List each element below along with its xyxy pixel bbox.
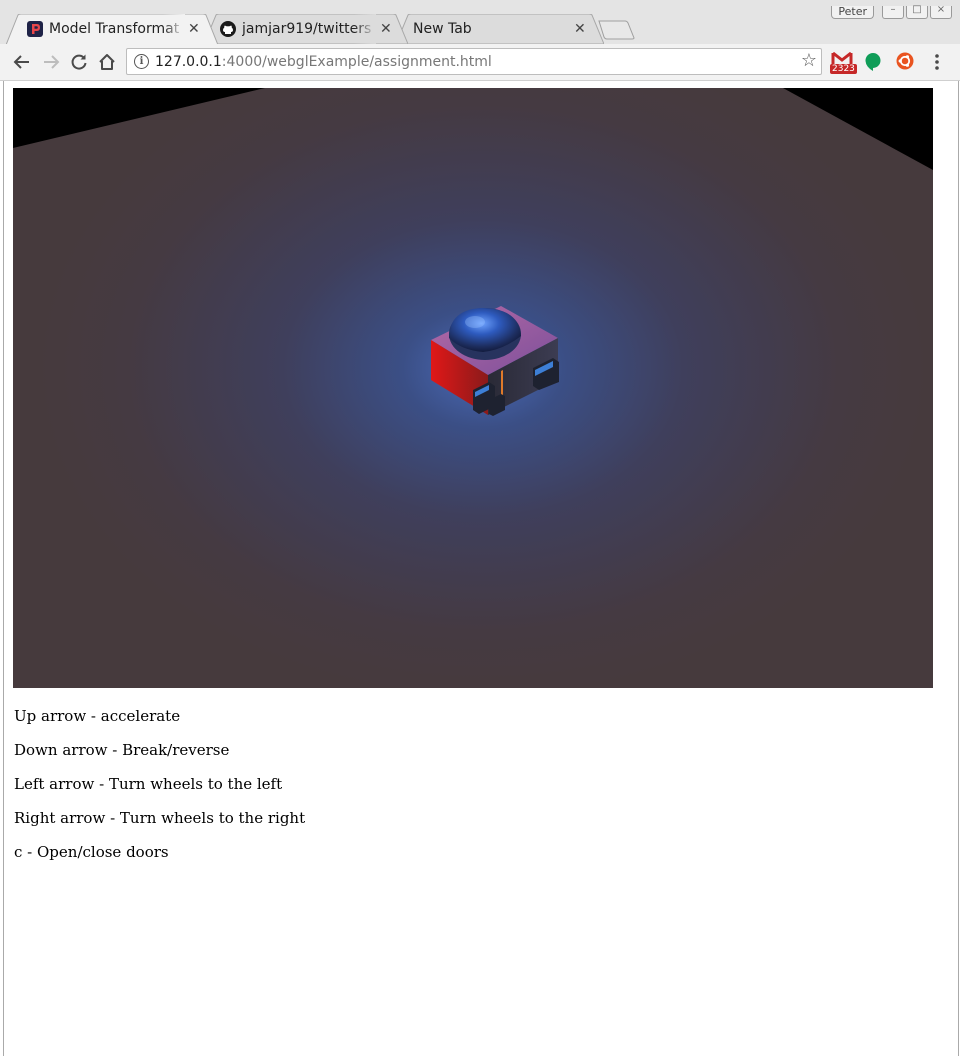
ubuntu-icon[interactable]: [896, 52, 914, 70]
close-window-icon[interactable]: ×: [930, 5, 952, 19]
title-fade: [354, 14, 376, 44]
tab-close-icon[interactable]: ✕: [380, 20, 392, 38]
url-host: 127.0.0.1: [155, 54, 222, 70]
maximize-icon[interactable]: □: [906, 5, 928, 19]
site-info-icon[interactable]: i: [134, 54, 149, 69]
tab-strip: Peter – □ × New Tab ✕ jamjar919/twitters…: [0, 0, 960, 45]
tab-title: New Tab: [413, 21, 472, 37]
tab-new-tab[interactable]: New Tab ✕: [396, 14, 604, 44]
url-path: :4000/webglExample/assignment.html: [221, 54, 492, 70]
tab-model-transformation[interactable]: Model Transformat ✕: [6, 14, 218, 45]
title-fade: [163, 14, 185, 44]
home-icon[interactable]: [96, 51, 118, 73]
new-tab-button[interactable]: [598, 20, 636, 40]
instruction-up: Up arrow - accelerate: [14, 707, 181, 725]
browser-toolbar: i 127.0.0.1:4000/webglExample/assignment…: [0, 44, 960, 81]
controls-instructions: Up arrow - accelerate Down arrow - Break…: [14, 707, 305, 877]
tab-close-icon[interactable]: ✕: [574, 20, 586, 38]
hangouts-icon[interactable]: [864, 52, 882, 72]
webgl-canvas[interactable]: [13, 88, 933, 688]
instruction-down: Down arrow - Break/reverse: [14, 741, 230, 759]
reload-icon[interactable]: [68, 51, 90, 73]
github-icon: [220, 21, 236, 37]
profile-button[interactable]: Peter: [831, 6, 874, 19]
instruction-doors: c - Open/close doors: [14, 843, 169, 861]
page-viewport: Up arrow - accelerate Down arrow - Break…: [3, 81, 959, 1056]
unread-count-badge: 2323: [830, 64, 857, 74]
minimize-icon[interactable]: –: [882, 5, 904, 19]
menu-icon[interactable]: [926, 51, 948, 73]
back-icon[interactable]: [11, 51, 33, 73]
p-logo-icon: [27, 21, 43, 37]
tab-github[interactable]: jamjar919/twitters ✕: [204, 14, 408, 44]
instruction-right: Right arrow - Turn wheels to the right: [14, 809, 306, 827]
forward-icon[interactable]: [40, 51, 62, 73]
address-bar[interactable]: i 127.0.0.1:4000/webglExample/assignment…: [126, 48, 822, 75]
url-text[interactable]: 127.0.0.1:4000/webglExample/assignment.h…: [155, 53, 492, 71]
instruction-left: Left arrow - Turn wheels to the left: [14, 775, 283, 793]
bookmark-star-icon[interactable]: ☆: [801, 51, 817, 71]
tab-close-icon[interactable]: ✕: [188, 20, 200, 38]
browser-window: Peter – □ × New Tab ✕ jamjar919/twitters…: [0, 0, 960, 1056]
gmail-checker-icon[interactable]: 2323: [830, 52, 857, 76]
